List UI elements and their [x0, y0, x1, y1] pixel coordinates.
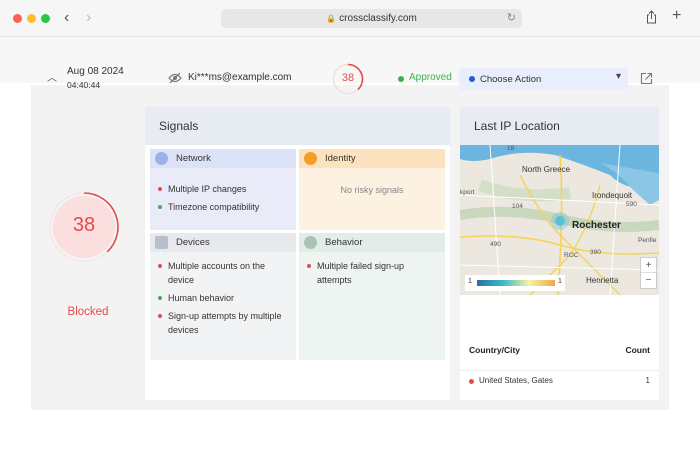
- signal-item-text: Multiple IP changes: [168, 184, 247, 194]
- network-signal-card: Network Multiple IP changes Timezone com…: [150, 149, 296, 230]
- route-18-label: 18: [507, 145, 515, 152]
- rochester-label: Rochester: [572, 220, 621, 231]
- minimize-window-button[interactable]: [27, 14, 36, 23]
- legend-gradient: [477, 280, 555, 286]
- signal-item-text: Human behavior: [168, 293, 235, 303]
- route-590-label: 590: [626, 201, 637, 208]
- zoom-out-button[interactable]: −: [641, 273, 656, 288]
- record-time: 04:40:44: [67, 80, 101, 90]
- risk-dot: [158, 187, 162, 191]
- identity-signal-body: No risky signals: [299, 168, 445, 230]
- last-ip-header: Last IP Location: [460, 107, 659, 145]
- approved-status-dot: [398, 76, 404, 82]
- device-icon: [155, 236, 168, 249]
- risk-dot: [158, 314, 162, 318]
- address-bar[interactable]: 🔒 crossclassify.com ↻: [221, 9, 522, 28]
- route-390-label: 390: [590, 249, 601, 256]
- signal-item: Multiple failed sign-up attempts: [307, 259, 425, 287]
- close-window-button[interactable]: [13, 14, 22, 23]
- status-badge: Approved: [409, 72, 452, 83]
- devices-signal-body: Multiple accounts on the device Human be…: [150, 252, 296, 360]
- roc-airport-label: ROC: [564, 252, 579, 259]
- zoom-in-button[interactable]: +: [641, 258, 656, 273]
- devices-label: Devices: [176, 237, 210, 248]
- irondequoit-label: Irondequoit: [592, 191, 633, 200]
- location-table-header: Country/City Count: [460, 337, 659, 365]
- bulb-icon: [304, 236, 317, 249]
- url-text: crossclassify.com: [339, 13, 417, 24]
- decision-label: Blocked: [67, 306, 109, 318]
- browser-toolbar: ‹ › 🔒 crossclassify.com ↻ +: [0, 0, 700, 37]
- ok-dot: [158, 205, 162, 209]
- open-external-icon[interactable]: [640, 72, 653, 85]
- table-row: United States, Gates 1: [460, 370, 659, 392]
- row-city: United States, Gates: [479, 376, 553, 385]
- signal-item-text: Multiple failed sign-up attempts: [317, 261, 405, 285]
- signal-item: Sign-up attempts by multiple devices: [158, 309, 292, 337]
- action-bullet-icon: [469, 76, 475, 82]
- user-icon: [304, 152, 317, 165]
- route-490-label: 490: [490, 241, 501, 248]
- identity-label: Identity: [325, 153, 356, 164]
- identity-signal-card: Identity No risky signals: [299, 149, 445, 230]
- network-icon: [155, 152, 168, 165]
- reload-icon[interactable]: ↻: [507, 9, 516, 28]
- kport-label: kport: [460, 189, 475, 196]
- column-country-city: Country/City: [469, 345, 520, 355]
- signal-item: Multiple IP changes: [158, 182, 246, 196]
- behavior-label: Behavior: [325, 237, 363, 248]
- ip-location-map[interactable]: 18 North Greece Irondequoit kport 104 59…: [459, 144, 660, 296]
- behavior-signal-card: Behavior Multiple failed sign-up attempt…: [299, 233, 445, 360]
- back-arrow-icon[interactable]: ‹: [64, 9, 69, 27]
- risk-dot: [307, 264, 311, 268]
- signal-item: Multiple accounts on the device: [158, 259, 286, 287]
- signals-panel: Signals Network Multiple IP changes Time…: [145, 107, 450, 400]
- location-dot: [469, 379, 474, 384]
- risk-score-large: 38: [72, 214, 96, 236]
- signal-item: Timezone compatibility: [158, 200, 259, 214]
- behavior-signal-body: Multiple failed sign-up attempts: [299, 252, 445, 360]
- devices-signal-card: Devices Multiple accounts on the device …: [150, 233, 296, 360]
- share-icon[interactable]: [646, 10, 657, 24]
- behavior-signal-header: Behavior: [299, 233, 445, 252]
- last-ip-panel: Last IP Location 18 North Greece Irondeq…: [459, 107, 660, 400]
- collapse-chevron-icon[interactable]: ︿: [47, 69, 57, 84]
- signal-item-text: Timezone compatibility: [168, 202, 260, 212]
- signal-item-text: Multiple accounts on the device: [168, 261, 266, 285]
- eye-slash-icon[interactable]: [168, 72, 182, 84]
- network-signal-body: Multiple IP changes Timezone compatibili…: [150, 168, 296, 230]
- signals-header: Signals: [145, 107, 450, 145]
- signals-title: Signals: [159, 119, 199, 133]
- lock-icon: 🔒: [326, 14, 337, 23]
- risk-score-small: 38: [341, 72, 355, 84]
- new-tab-icon[interactable]: +: [672, 7, 681, 25]
- last-ip-title: Last IP Location: [474, 119, 560, 133]
- signal-item-text: Sign-up attempts by multiple devices: [168, 311, 282, 335]
- map-zoom-control: + −: [640, 257, 657, 289]
- route-104-label: 104: [512, 203, 523, 210]
- row-count: 1: [645, 376, 650, 385]
- henrietta-label: Henrietta: [586, 276, 619, 285]
- signal-item: Human behavior: [158, 291, 234, 305]
- user-email: Ki***ms@example.com: [188, 72, 292, 83]
- chevron-down-icon: ▾: [615, 71, 621, 82]
- column-count: Count: [625, 345, 650, 355]
- network-signal-header: Network: [150, 149, 296, 168]
- penfield-label: Penfie: [638, 237, 657, 244]
- choose-action-dropdown[interactable]: Choose Action ▾: [459, 68, 628, 90]
- ok-dot: [158, 296, 162, 300]
- north-greece-label: North Greece: [522, 165, 571, 174]
- legend-max: 1: [558, 278, 562, 285]
- legend-min: 1: [468, 278, 472, 285]
- zoom-window-button[interactable]: [41, 14, 50, 23]
- map-legend: 1 1: [465, 275, 565, 291]
- no-risky-signals-text: No risky signals: [340, 185, 404, 195]
- identity-signal-header: Identity: [299, 149, 445, 168]
- forward-arrow-icon[interactable]: ›: [86, 9, 91, 27]
- network-label: Network: [176, 153, 211, 164]
- choose-action-label: Choose Action: [480, 74, 542, 85]
- risk-dot: [158, 264, 162, 268]
- devices-signal-header: Devices: [150, 233, 296, 252]
- record-date: Aug 08 2024: [67, 66, 124, 77]
